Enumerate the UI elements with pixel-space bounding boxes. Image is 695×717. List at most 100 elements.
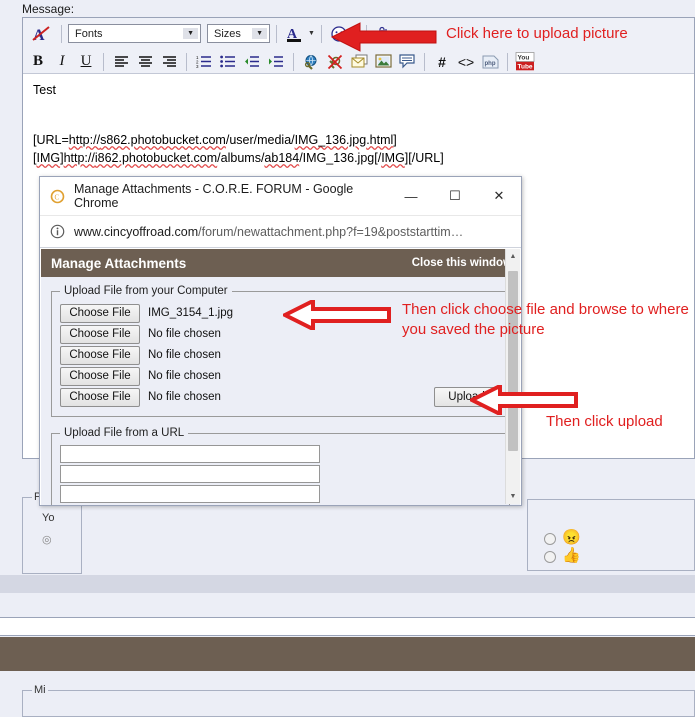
maximize-button[interactable]: ☐ bbox=[433, 177, 477, 216]
font-family-value: Fonts bbox=[75, 27, 103, 40]
url-path: /forum/newattachment.php?f=19&poststartt… bbox=[198, 224, 464, 239]
chevron-down-icon: ▼ bbox=[183, 28, 198, 39]
manage-attachments-header: Manage Attachments Close this window bbox=[41, 249, 520, 277]
align-right-button[interactable] bbox=[158, 51, 180, 72]
post-options-line1: Yo bbox=[42, 512, 55, 524]
rating-angry-radio[interactable] bbox=[544, 533, 556, 545]
scrollbar-thumb[interactable] bbox=[508, 271, 518, 451]
font-color-icon[interactable]: A bbox=[283, 23, 305, 44]
post-icon-box: 😠 👍 bbox=[527, 499, 695, 571]
rating-thumbsup-radio[interactable] bbox=[544, 551, 556, 563]
upload-from-url-legend: Upload File from a URL bbox=[64, 427, 185, 439]
url-input-3[interactable] bbox=[60, 485, 320, 503]
insert-php-button[interactable]: php bbox=[479, 51, 501, 72]
post-options-fieldset bbox=[22, 497, 82, 574]
chevron-down-icon: ▼ bbox=[252, 28, 267, 39]
rating-angry-icon[interactable]: 😠 bbox=[562, 530, 581, 545]
file-row: Choose File No file chosen bbox=[60, 345, 501, 365]
url-host: www.cincyoffroad.com bbox=[74, 224, 199, 239]
close-this-window-link[interactable]: Close this window bbox=[412, 257, 512, 269]
insert-image-button[interactable] bbox=[372, 51, 394, 72]
outdent-button[interactable] bbox=[241, 51, 263, 72]
choose-file-button-1[interactable]: Choose File bbox=[60, 303, 140, 323]
svg-text:C: C bbox=[55, 193, 60, 201]
font-size-select[interactable]: Sizes ▼ bbox=[207, 24, 270, 43]
insert-link-button[interactable] bbox=[300, 51, 322, 72]
toolbar-row-2: B I U 1 2 3 # <> php You Tube bbox=[27, 49, 690, 74]
choose-file-button-4[interactable]: Choose File bbox=[60, 366, 140, 386]
insert-email-button[interactable] bbox=[348, 51, 370, 72]
toolbar-divider bbox=[186, 52, 187, 71]
font-size-value: Sizes bbox=[214, 27, 241, 40]
align-left-button[interactable] bbox=[110, 51, 132, 72]
file-row: Choose File No file chosen bbox=[60, 366, 501, 386]
indent-button[interactable] bbox=[265, 51, 287, 72]
bold-button[interactable]: B bbox=[27, 51, 49, 72]
toolbar-divider bbox=[424, 52, 425, 71]
remove-link-button[interactable] bbox=[324, 51, 346, 72]
upload-from-computer-legend: Upload File from your Computer bbox=[64, 285, 228, 297]
svg-text:Tube: Tube bbox=[518, 64, 533, 71]
arrow-to-choose-file bbox=[283, 300, 391, 330]
choose-file-button-2[interactable]: Choose File bbox=[60, 324, 140, 344]
minimize-button[interactable]: — bbox=[389, 177, 433, 216]
message-textarea[interactable]: Test [URL=http://s862.photobucket.com/us… bbox=[23, 74, 694, 174]
manage-attachments-window: C Manage Attachments - C.O.R.E. FORUM - … bbox=[39, 176, 522, 506]
toolbar-divider bbox=[507, 52, 508, 71]
message-line-3: [IMG]http://i862.photobucket.com/albums/… bbox=[33, 151, 444, 165]
chrome-title-bar[interactable]: C Manage Attachments - C.O.R.E. FORUM - … bbox=[40, 177, 521, 216]
annotation-click-upload: Then click upload bbox=[546, 413, 663, 430]
file-name-5: No file chosen bbox=[148, 391, 221, 403]
message-line-2: [URL=http://s862.photobucket.com/user/me… bbox=[33, 133, 397, 147]
annotation-upload-picture: Click here to upload picture bbox=[446, 25, 628, 42]
scroll-down-arrow-icon[interactable]: ▼ bbox=[506, 489, 520, 504]
message-label: Message: bbox=[22, 2, 75, 16]
page-content: Manage Attachments Close this window Upl… bbox=[41, 249, 520, 505]
underline-button[interactable]: U bbox=[75, 51, 97, 72]
arrow-to-upload-button bbox=[470, 385, 578, 415]
background-brown-bar bbox=[0, 637, 695, 671]
background-input-strip bbox=[0, 617, 695, 636]
align-center-button[interactable] bbox=[134, 51, 156, 72]
insert-html-button[interactable]: <> bbox=[455, 51, 477, 72]
rating-thumbsup-icon[interactable]: 👍 bbox=[562, 548, 581, 563]
font-family-select[interactable]: Fonts ▼ bbox=[68, 24, 201, 43]
dialog-title: Manage Attachments bbox=[51, 255, 187, 271]
toolbar-divider bbox=[320, 24, 322, 43]
page-scrollbar[interactable]: ▲ ▼ bbox=[505, 249, 520, 504]
ordered-list-button[interactable]: 1 2 3 bbox=[193, 51, 215, 72]
scroll-up-arrow-icon[interactable]: ▲ bbox=[506, 249, 520, 264]
annotation-choose-file: Then click choose file and browse to whe… bbox=[402, 301, 689, 338]
misc-options-legend: Mi bbox=[32, 684, 48, 696]
site-favicon-icon: C bbox=[50, 189, 65, 203]
url-input-1[interactable] bbox=[60, 445, 320, 463]
toolbar-divider bbox=[293, 52, 294, 71]
close-window-button[interactable]: ✕ bbox=[477, 177, 521, 216]
insert-quote-button[interactable] bbox=[396, 51, 418, 72]
toolbar-divider bbox=[103, 52, 104, 71]
unordered-list-button[interactable] bbox=[217, 51, 239, 72]
toolbar-divider bbox=[61, 24, 62, 43]
file-name-3: No file chosen bbox=[148, 349, 221, 361]
info-circle-icon[interactable] bbox=[50, 224, 65, 239]
svg-text:php: php bbox=[484, 61, 495, 67]
background-section-bar bbox=[0, 575, 695, 593]
upload-from-url-fieldset: Upload File from a URL Upload bbox=[51, 427, 510, 505]
chevron-down-icon[interactable]: ▼ bbox=[308, 30, 315, 37]
insert-youtube-button[interactable]: You Tube bbox=[514, 51, 536, 72]
file-name-4: No file chosen bbox=[148, 370, 221, 382]
window-title: Manage Attachments - C.O.R.E. FORUM - Go… bbox=[74, 182, 354, 210]
url-input-2[interactable] bbox=[60, 465, 320, 483]
chrome-address-bar[interactable]: www.cincyoffroad.com/forum/newattachment… bbox=[40, 216, 521, 248]
file-name-1: IMG_3154_1.jpg bbox=[148, 307, 234, 319]
toolbar-divider bbox=[276, 24, 277, 43]
remove-formatting-icon[interactable]: A bbox=[27, 23, 55, 44]
italic-button[interactable]: I bbox=[51, 51, 73, 72]
message-line-1 bbox=[33, 99, 684, 117]
choose-file-button-3[interactable]: Choose File bbox=[60, 345, 140, 365]
address-bar-url: www.cincyoffroad.com/forum/newattachment… bbox=[74, 225, 463, 239]
choose-file-button-5[interactable]: Choose File bbox=[60, 387, 140, 407]
arrow-to-attachment-icon bbox=[330, 22, 437, 52]
insert-code-hash-button[interactable]: # bbox=[431, 51, 453, 72]
svg-text:You: You bbox=[518, 55, 530, 62]
